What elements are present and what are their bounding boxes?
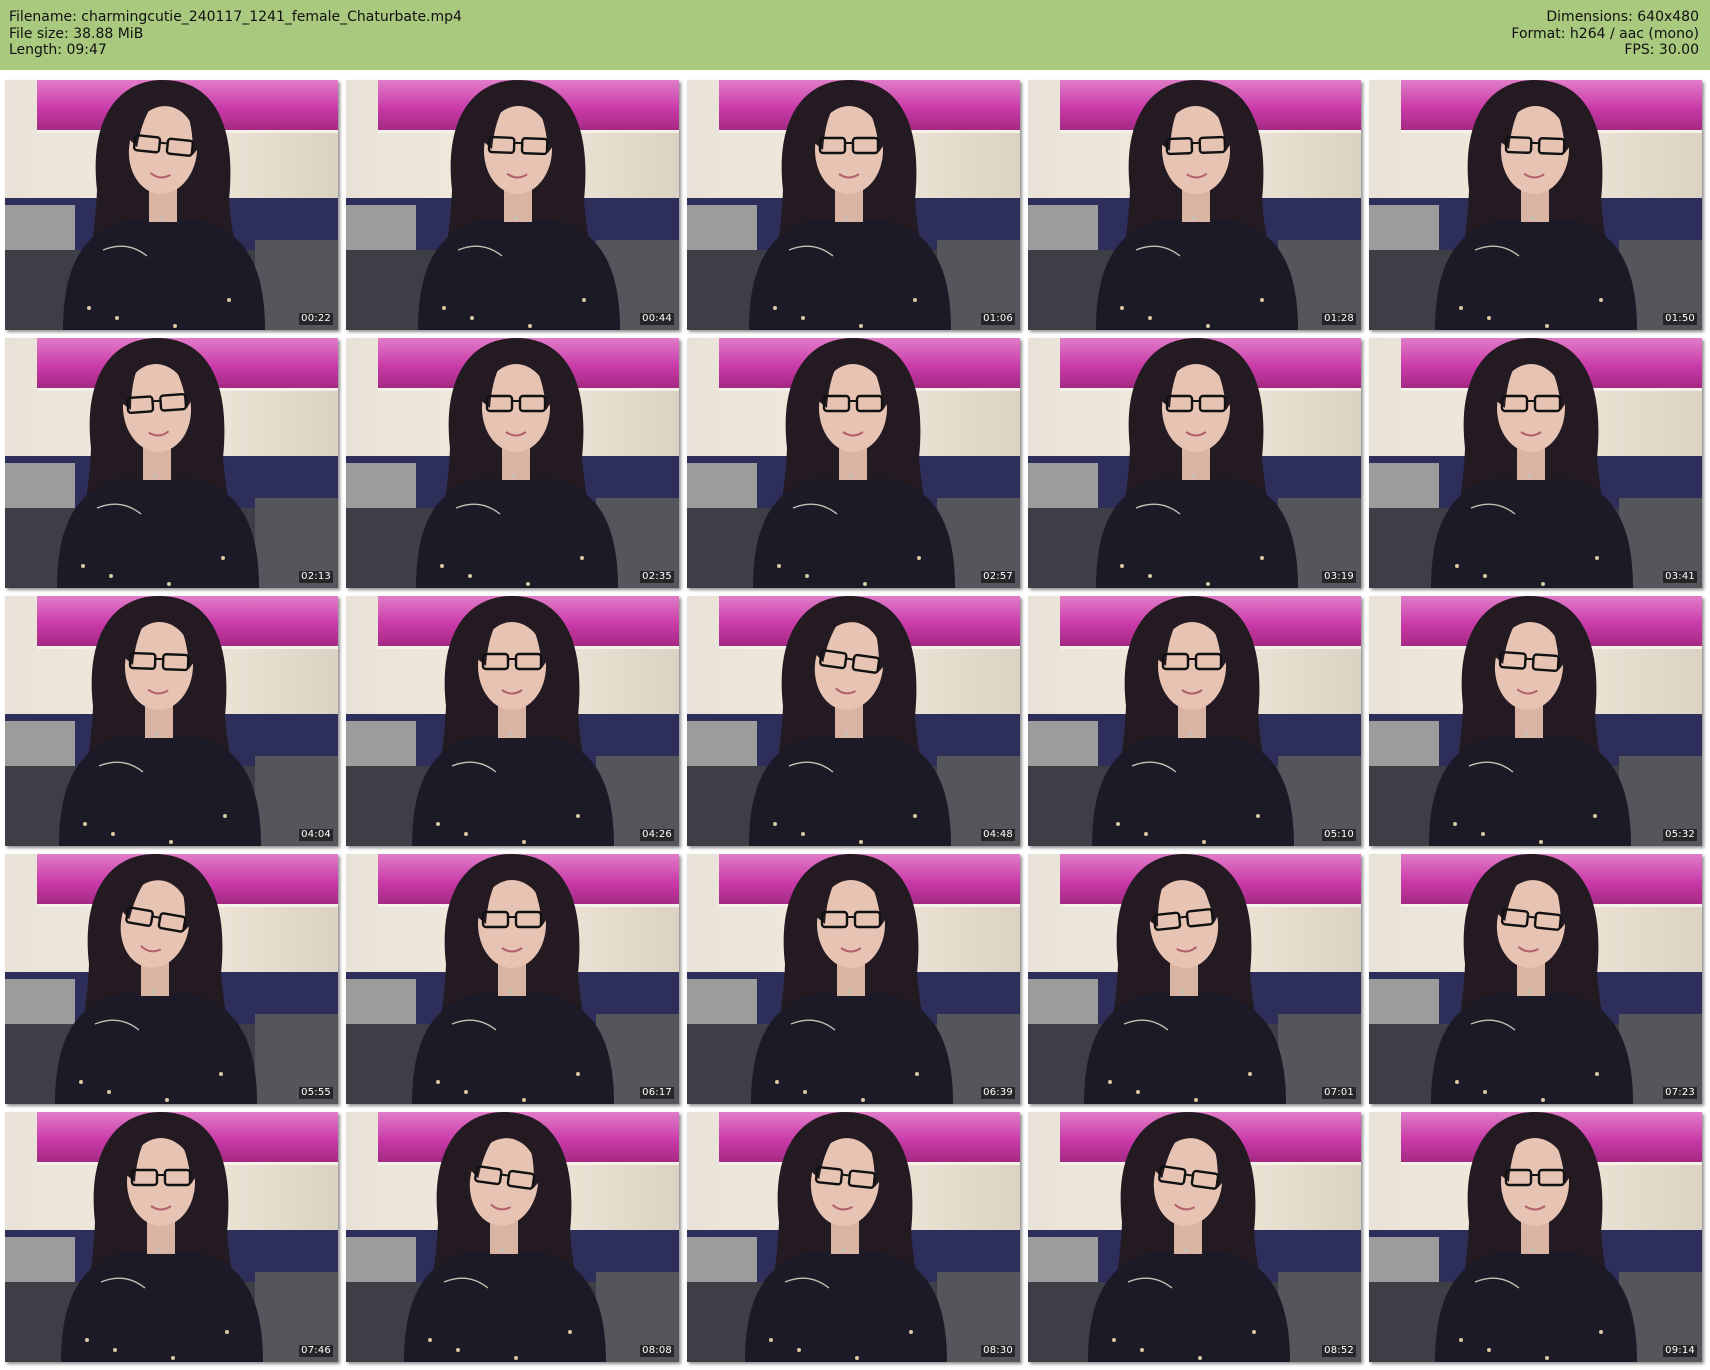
frame-image bbox=[5, 80, 338, 330]
format-text: Format: h264 / aac (mono) bbox=[1511, 25, 1699, 42]
video-thumbnail: 08:08 bbox=[346, 1112, 679, 1362]
video-thumbnail: 02:13 bbox=[5, 338, 338, 588]
thumbnail-timestamp: 04:48 bbox=[981, 829, 1015, 841]
frame-image bbox=[687, 854, 1020, 1104]
frame-image bbox=[1028, 596, 1361, 846]
video-thumbnail: 01:06 bbox=[687, 80, 1020, 330]
length-text: Length: 09:47 bbox=[9, 42, 107, 58]
frame-image bbox=[1028, 854, 1361, 1104]
video-thumbnail: 02:57 bbox=[687, 338, 1020, 588]
frame-image bbox=[1369, 854, 1702, 1104]
frame-image bbox=[1369, 80, 1702, 330]
frame-image bbox=[5, 338, 338, 588]
thumbnail-timestamp: 04:04 bbox=[299, 829, 333, 841]
file-info-header: Filename: charmingcutie_240117_1241_fema… bbox=[0, 0, 1710, 70]
thumbnail-timestamp: 00:22 bbox=[299, 313, 333, 325]
thumbnail-timestamp: 06:39 bbox=[981, 1087, 1015, 1099]
thumbnail-timestamp: 05:32 bbox=[1663, 829, 1697, 841]
frame-image bbox=[1369, 1112, 1702, 1362]
thumbnail-timestamp: 05:55 bbox=[299, 1087, 333, 1099]
thumbnail-timestamp: 01:28 bbox=[1322, 313, 1356, 325]
frame-image bbox=[346, 1112, 679, 1362]
thumbnail-timestamp: 01:06 bbox=[981, 313, 1015, 325]
frame-image bbox=[1028, 80, 1361, 330]
video-thumbnail: 01:50 bbox=[1369, 80, 1702, 330]
frame-image bbox=[346, 80, 679, 330]
video-thumbnail: 05:10 bbox=[1028, 596, 1361, 846]
thumbnail-timestamp: 04:26 bbox=[640, 829, 674, 841]
thumbnail-timestamp: 08:08 bbox=[640, 1345, 674, 1357]
thumbnail-timestamp: 07:46 bbox=[299, 1345, 333, 1357]
thumbnail-timestamp: 06:17 bbox=[640, 1087, 674, 1099]
frame-image bbox=[1028, 338, 1361, 588]
filesize-text: File size: 38.88 MiB bbox=[9, 25, 144, 42]
video-thumbnail: 08:52 bbox=[1028, 1112, 1361, 1362]
thumbnail-timestamp: 09:14 bbox=[1663, 1345, 1697, 1357]
frame-image bbox=[346, 338, 679, 588]
thumbnail-timestamp: 01:50 bbox=[1663, 313, 1697, 325]
video-thumbnail: 00:44 bbox=[346, 80, 679, 330]
video-thumbnail: 08:30 bbox=[687, 1112, 1020, 1362]
fps-text: FPS: 30.00 bbox=[1624, 42, 1699, 58]
thumbnail-timestamp: 03:19 bbox=[1322, 571, 1356, 583]
thumbnail-timestamp: 03:41 bbox=[1663, 571, 1697, 583]
video-thumbnail: 07:23 bbox=[1369, 854, 1702, 1104]
thumbnail-timestamp: 02:13 bbox=[299, 571, 333, 583]
video-thumbnail: 05:55 bbox=[5, 854, 338, 1104]
thumbnail-grid: 00:22 00:44 01:06 01:28 01:50 02:13 02:35 02:57… bbox=[5, 80, 1705, 1362]
frame-image bbox=[1369, 596, 1702, 846]
thumbnail-timestamp: 07:23 bbox=[1663, 1087, 1697, 1099]
video-thumbnail: 03:19 bbox=[1028, 338, 1361, 588]
video-thumbnail: 02:35 bbox=[346, 338, 679, 588]
video-thumbnail: 04:04 bbox=[5, 596, 338, 846]
video-thumbnail: 06:39 bbox=[687, 854, 1020, 1104]
frame-image bbox=[5, 854, 338, 1104]
video-thumbnail: 09:14 bbox=[1369, 1112, 1702, 1362]
file-info-left: Filename: charmingcutie_240117_1241_fema… bbox=[9, 9, 462, 59]
video-thumbnail: 05:32 bbox=[1369, 596, 1702, 846]
video-thumbnail: 07:01 bbox=[1028, 854, 1361, 1104]
thumbnail-timestamp: 00:44 bbox=[640, 313, 674, 325]
filename-text: Filename: charmingcutie_240117_1241_fema… bbox=[9, 9, 462, 25]
video-thumbnail: 00:22 bbox=[5, 80, 338, 330]
frame-image bbox=[346, 596, 679, 846]
video-thumbnail: 07:46 bbox=[5, 1112, 338, 1362]
file-info-right: Dimensions: 640x480 Format: h264 / aac (… bbox=[1511, 9, 1699, 59]
frame-image bbox=[687, 80, 1020, 330]
frame-image bbox=[687, 338, 1020, 588]
frame-image bbox=[346, 854, 679, 1104]
frame-image bbox=[5, 596, 338, 846]
thumbnail-timestamp: 08:30 bbox=[981, 1345, 1015, 1357]
video-thumbnail: 04:48 bbox=[687, 596, 1020, 846]
frame-image bbox=[1369, 338, 1702, 588]
thumbnail-timestamp: 05:10 bbox=[1322, 829, 1356, 841]
frame-image bbox=[1028, 1112, 1361, 1362]
thumbnail-timestamp: 08:52 bbox=[1322, 1345, 1356, 1357]
frame-image bbox=[687, 596, 1020, 846]
video-thumbnail: 06:17 bbox=[346, 854, 679, 1104]
video-thumbnail: 04:26 bbox=[346, 596, 679, 846]
thumbnail-timestamp: 02:57 bbox=[981, 571, 1015, 583]
thumbnail-timestamp: 07:01 bbox=[1322, 1087, 1356, 1099]
video-thumbnail: 03:41 bbox=[1369, 338, 1702, 588]
frame-image bbox=[5, 1112, 338, 1362]
thumbnail-timestamp: 02:35 bbox=[640, 571, 674, 583]
video-thumbnail: 01:28 bbox=[1028, 80, 1361, 330]
dimensions-text: Dimensions: 640x480 bbox=[1546, 9, 1699, 25]
frame-image bbox=[687, 1112, 1020, 1362]
